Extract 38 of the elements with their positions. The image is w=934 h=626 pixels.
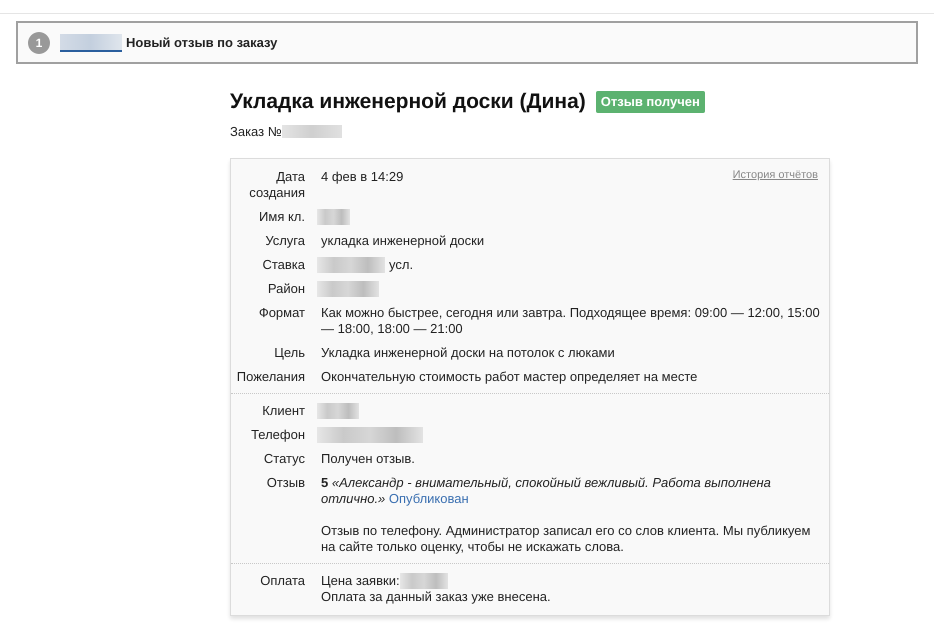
order-title: Укладка инженерной доски (Дина) [230, 89, 586, 115]
report-history-link[interactable]: История отчётов [732, 167, 818, 184]
payment-note: Оплата за данный заказ уже внесена. [321, 589, 552, 605]
field-label: Статус [262, 451, 305, 467]
field-label: Отзыв [266, 475, 305, 492]
field-label: Дата создания [248, 169, 305, 201]
review-note: Отзыв по телефону. Администратор записал его со слов клиента. Мы публикуем на сайте только оценку, чтобы не искажать слова. [321, 523, 812, 555]
redacted-block [60, 34, 122, 52]
field-value: Как можно быстрее, сегодня или завтра. Подходящее время: 09:00 — 12:00, 15:00 — 18:00, 18:00 — 21:00 [321, 305, 820, 336]
field-label: Имя кл. [258, 209, 305, 225]
field-value: 4 фев в 14:29 [321, 169, 404, 184]
step-number: 1 [28, 32, 50, 54]
field-value: укладка инженерной доски [321, 233, 484, 248]
field-label: Район [266, 281, 305, 297]
redacted-block [317, 281, 379, 297]
status-badge: Отзыв получен [596, 91, 705, 112]
field-label: Клиент [261, 403, 305, 419]
field-value: Получен отзыв. [321, 451, 415, 466]
field-value: Окончательную стоимость работ мастер определяет на месте [321, 369, 698, 384]
order-number-label: Заказ № [230, 122, 282, 140]
review-text: 5 «Александр - внимательный, спокойный вежливый. Работа выполнена отлично.» Опубликован [321, 475, 772, 507]
field-value: усл. [389, 257, 414, 273]
redacted-block [317, 257, 385, 273]
field-value: Укладка инженерной доски на потолок с люками [321, 345, 615, 360]
notification-title: Новый отзыв по заказу [126, 34, 278, 52]
published-link[interactable]: Опубликован [388, 491, 469, 506]
field-label: Формат [258, 305, 305, 322]
field-label: Оплата [259, 573, 305, 590]
field-label: Пожелания [236, 369, 305, 385]
field-label: Услуга [264, 233, 305, 249]
redacted-block [400, 573, 448, 589]
price-label: Цена заявки: [321, 573, 400, 589]
field-label: Ставка [261, 257, 305, 273]
redacted-block [282, 124, 342, 138]
redacted-block [317, 209, 350, 225]
field-label: Цель [273, 345, 305, 361]
redacted-block [317, 403, 359, 419]
field-label: Телефон [250, 427, 305, 443]
